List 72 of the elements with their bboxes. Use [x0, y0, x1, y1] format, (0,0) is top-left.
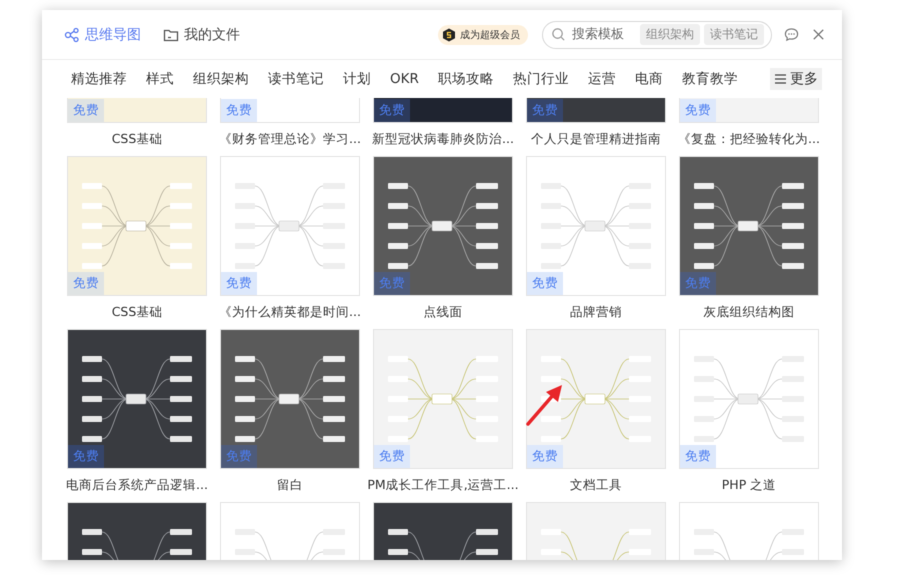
template-title: 点线面: [424, 304, 462, 321]
template-card[interactable]: 免费: [526, 98, 666, 123]
free-tag: 免费: [221, 99, 257, 122]
free-tag: 免费: [374, 272, 410, 295]
template-title: 留白: [277, 477, 303, 494]
template-card[interactable]: 免费: [679, 329, 819, 469]
template-card[interactable]: 免费: [679, 98, 819, 123]
template-title: 个人只是管理精进指南: [531, 131, 661, 148]
close-button[interactable]: [811, 27, 826, 42]
template-card[interactable]: 免费: [373, 329, 513, 469]
coin-icon: [442, 28, 456, 42]
category-tab[interactable]: 热门行业: [512, 70, 569, 88]
free-tag: 免费: [527, 99, 563, 122]
search-field[interactable]: 搜索模板 组织架构 读书笔记: [542, 20, 772, 48]
chat-bubble-icon: [784, 27, 799, 42]
free-tag: 免费: [68, 99, 104, 122]
category-tab[interactable]: 组织架构: [193, 70, 249, 88]
template-title: CSS基础: [112, 131, 162, 148]
template-card[interactable]: 免费: [220, 156, 360, 296]
template-title: 品牌营销: [570, 304, 622, 321]
free-tag: 免费: [680, 99, 716, 122]
template-title: 《财务管理总论》学习...: [219, 131, 361, 148]
free-tag: 免费: [527, 445, 563, 468]
free-tag: 免费: [68, 445, 104, 468]
chat-button[interactable]: [784, 27, 799, 42]
template-title: PHP 之道: [722, 477, 776, 494]
free-tag: 免费: [374, 99, 410, 122]
template-card[interactable]: 免费: [67, 329, 207, 469]
category-tab[interactable]: 电商: [634, 70, 663, 88]
search-tag[interactable]: 组织架构: [640, 24, 700, 45]
category-tab[interactable]: 读书笔记: [268, 70, 324, 88]
template-card[interactable]: 免费: [373, 156, 513, 296]
search-icon: [551, 27, 566, 42]
category-tab[interactable]: 精选推荐: [71, 70, 127, 88]
template-title: 新型冠状病毒肺炎防治...: [372, 131, 514, 148]
vip-badge[interactable]: 成为超级会员: [438, 24, 528, 44]
free-tag: 免费: [221, 445, 257, 468]
category-tab[interactable]: 运营: [588, 70, 616, 88]
template-title: PM成长工作工具,运营工...: [367, 477, 519, 494]
template-card[interactable]: 免费: [220, 329, 360, 469]
more-button[interactable]: 更多: [770, 68, 822, 90]
category-tab[interactable]: 计划: [343, 70, 371, 88]
template-card[interactable]: 免费: [67, 98, 207, 123]
template-title: 电商后台系统产品逻辑...: [66, 477, 208, 494]
category-tab[interactable]: 职场攻略: [438, 70, 494, 88]
template-title: CSS基础: [112, 304, 162, 321]
template-card[interactable]: 免费: [373, 98, 513, 123]
template-card[interactable]: 免费: [220, 98, 360, 123]
template-title: 《复盘：把经验转化为...: [678, 131, 820, 148]
template-card[interactable]: 免费: [526, 156, 666, 296]
free-tag: 免费: [527, 272, 563, 295]
category-tab[interactable]: 样式: [146, 70, 174, 88]
free-tag: 免费: [374, 445, 410, 468]
template-title: 《为什么精英都是时间...: [219, 304, 361, 321]
close-icon: [811, 27, 826, 42]
template-card[interactable]: 免费: [679, 156, 819, 296]
template-card[interactable]: 免费: [526, 329, 666, 469]
header-tab[interactable]: 思维导图: [64, 26, 141, 44]
category-tab[interactable]: 教育教学: [682, 70, 738, 88]
search-tag[interactable]: 读书笔记: [704, 24, 764, 45]
category-tab[interactable]: OKR: [390, 71, 419, 87]
template-card[interactable]: 免费: [67, 156, 207, 296]
free-tag: 免费: [680, 445, 716, 468]
template-title: 文档工具: [570, 477, 622, 494]
header-tab[interactable]: 我的文件: [163, 26, 240, 44]
free-tag: 免费: [680, 272, 716, 295]
free-tag: 免费: [221, 272, 257, 295]
mindmap-icon: [64, 26, 80, 42]
menu-icon: [774, 73, 787, 85]
annotation-arrow: [524, 384, 564, 428]
template-title: 灰底组织结构图: [704, 304, 794, 321]
free-tag: 免费: [68, 272, 104, 295]
